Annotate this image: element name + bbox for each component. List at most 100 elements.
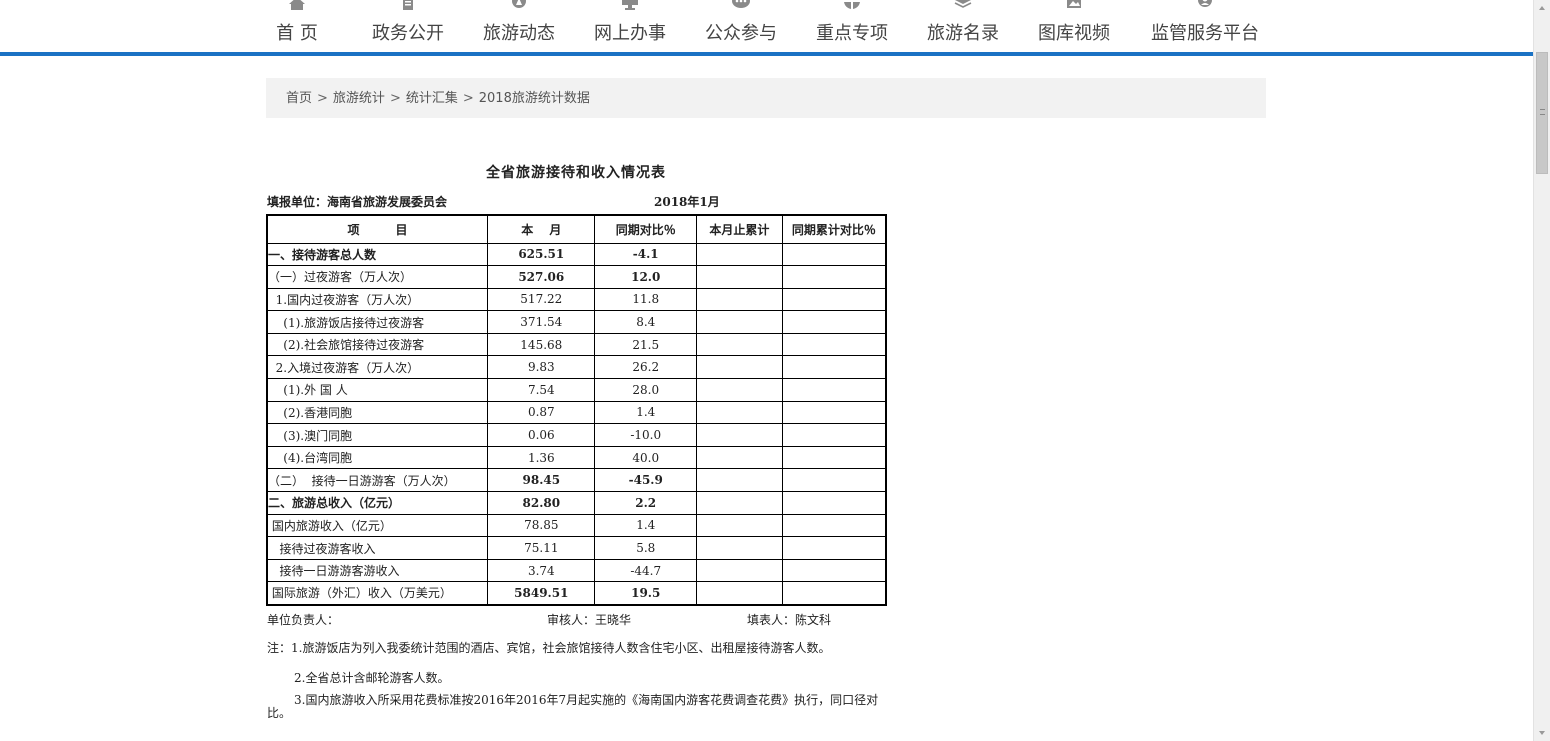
row-cumulative-yoy [781, 513, 887, 538]
row-yoy: 8.4 [594, 310, 697, 334]
note-1: 注：1.旅游饭店为列入我委统计范围的酒店、宾馆，社会旅馆接待人数含住宅小区、出租… [267, 641, 831, 655]
row-yoy: 12.0 [594, 265, 697, 289]
row-cumulative [695, 423, 783, 447]
row-item-name: (1).外 国 人 [266, 378, 489, 402]
row-cumulative-yoy [781, 468, 887, 493]
compass-icon [512, 0, 526, 8]
row-yoy: 28.0 [594, 378, 697, 402]
nav-item-supervision-platform[interactable]: 监管服务平台 [1140, 0, 1270, 48]
breadcrumb-separator: > [462, 91, 474, 106]
row-cumulative-yoy [781, 445, 887, 470]
row-item-name: 一、接待游客总人数 [266, 242, 489, 267]
row-this-month: 517.22 [487, 287, 596, 312]
row-item-name: 接待过夜游客收入 [266, 536, 489, 560]
table-row: 2.入境过夜游客（万人次） 9.83 26.2 [266, 355, 887, 380]
table-row: 国际旅游（外汇）收入（万美元） 5849.51 19.5 [266, 581, 887, 605]
row-item-name: 1.国内过夜游客（万人次） [266, 287, 489, 312]
row-item-name: （一）过夜游客（万人次） [266, 265, 489, 289]
nav-item-tourism-news[interactable]: 旅游动态 [474, 0, 564, 48]
nav-item-home[interactable]: 首 页 [262, 0, 332, 48]
row-this-month: 82.80 [487, 491, 596, 515]
row-cumulative-yoy [781, 558, 887, 583]
row-this-month: 145.68 [487, 332, 596, 357]
row-cumulative [695, 558, 783, 583]
row-yoy: 21.5 [594, 332, 697, 357]
nav-item-public-participation[interactable]: 公众参与 [696, 0, 786, 48]
scrollbar-thumb[interactable] [1536, 52, 1548, 174]
breadcrumb-current-page[interactable]: 2018旅游统计数据 [479, 91, 590, 106]
image-icon [1067, 0, 1081, 8]
nav-item-gallery-video[interactable]: 图库视频 [1029, 0, 1119, 48]
table-row: (2).香港同胞 0.87 1.4 [266, 400, 887, 425]
document-icon [403, 0, 413, 10]
row-item-name: （二） 接待一日游游客（万人次） [266, 468, 489, 493]
breadcrumb-link-home[interactable]: 首页 [286, 91, 312, 106]
row-cumulative [695, 445, 783, 470]
row-item-name: 国内旅游收入（亿元） [266, 513, 489, 538]
row-this-month: 7.54 [487, 378, 596, 402]
table-row: (4).台湾同胞 1.36 40.0 [266, 445, 887, 470]
report-date: 2018年1月 [654, 195, 720, 209]
note-2: 2.全省总计含邮轮游客人数。 [294, 671, 450, 685]
nav-item-government-affairs[interactable]: 政务公开 [363, 0, 453, 48]
table-row: （一）过夜游客（万人次） 527.06 12.0 [266, 265, 887, 289]
nav-accent-bar [0, 52, 1533, 56]
column-header-yoy: 同期对比％ [594, 214, 697, 244]
row-this-month: 527.06 [487, 265, 596, 289]
row-yoy: 1.4 [594, 513, 697, 538]
chat-icon [732, 0, 750, 8]
row-yoy: -45.9 [594, 468, 697, 493]
column-header-this-month: 本 月 [487, 214, 596, 244]
top-navigation: 首 页 政务公开 旅游动态 网上办事 公众参与 重点专项 旅游名录 图库视频 监… [0, 0, 1533, 56]
row-cumulative [695, 310, 783, 334]
row-item-name: 2.入境过夜游客（万人次） [266, 355, 489, 380]
signers-line: 单位负责人： 审核人：王晓华 填表人：陈文科 [267, 611, 887, 627]
row-cumulative [695, 491, 783, 515]
row-cumulative [695, 468, 783, 493]
nav-item-online-services[interactable]: 网上办事 [585, 0, 675, 48]
row-this-month: 75.11 [487, 536, 596, 560]
breadcrumb-link-tourism-statistics[interactable]: 旅游统计 [333, 91, 385, 106]
table-row: 国内旅游收入（亿元） 78.85 1.4 [266, 513, 887, 538]
row-item-name: (4).台湾同胞 [266, 445, 489, 470]
nav-item-tourism-directory[interactable]: 旅游名录 [918, 0, 1008, 48]
table-row: 接待过夜游客收入 75.11 5.8 [266, 536, 887, 560]
table-row: 二、旅游总收入（亿元） 82.80 2.2 [266, 491, 887, 515]
row-cumulative [695, 513, 783, 538]
row-cumulative-yoy [781, 265, 887, 289]
table-row: 一、接待游客总人数 625.51 -4.1 [266, 242, 887, 267]
nav-item-label: 旅游名录 [927, 23, 999, 44]
row-item-name: (3).澳门同胞 [266, 423, 489, 447]
nav-item-label: 图库视频 [1038, 23, 1110, 44]
row-this-month: 98.45 [487, 468, 596, 493]
layers-icon [954, 0, 972, 8]
scroll-down-arrow-icon[interactable] [1534, 724, 1550, 741]
page-title: 全省旅游接待和收入情况表 [486, 165, 666, 181]
row-cumulative [695, 536, 783, 560]
row-cumulative-yoy [781, 581, 887, 605]
row-yoy: 2.2 [594, 491, 697, 515]
row-yoy: 19.5 [594, 581, 697, 605]
nav-item-label: 网上办事 [594, 23, 666, 44]
nav-item-key-projects[interactable]: 重点专项 [807, 0, 897, 48]
breadcrumb-link-statistics-collection[interactable]: 统计汇集 [406, 91, 458, 106]
user-icon [1198, 0, 1212, 7]
row-cumulative [695, 332, 783, 357]
table-row: （二） 接待一日游游客（万人次） 98.45 -45.9 [266, 468, 887, 493]
scroll-up-arrow-icon[interactable] [1534, 0, 1550, 17]
row-this-month: 0.87 [487, 400, 596, 425]
breadcrumb: 首页 > 旅游统计 > 统计汇集 >2018旅游统计数据 [266, 78, 1266, 118]
row-cumulative [695, 265, 783, 289]
column-header-cumulative: 本月止累计 [695, 214, 783, 244]
row-cumulative [695, 400, 783, 425]
row-yoy: -4.1 [594, 242, 697, 267]
table-header-row: 项 目 本 月 同期对比％ 本月止累计 同期累计对比％ [266, 214, 887, 244]
row-item-name: 二、旅游总收入（亿元） [266, 491, 489, 515]
breadcrumb-separator: > [389, 91, 401, 106]
vertical-scrollbar[interactable] [1533, 0, 1550, 741]
nav-item-label: 公众参与 [705, 23, 777, 44]
row-cumulative-yoy [781, 400, 887, 425]
row-cumulative-yoy [781, 536, 887, 560]
row-cumulative-yoy [781, 423, 887, 447]
row-item-name: (2).社会旅馆接待过夜游客 [266, 332, 489, 357]
